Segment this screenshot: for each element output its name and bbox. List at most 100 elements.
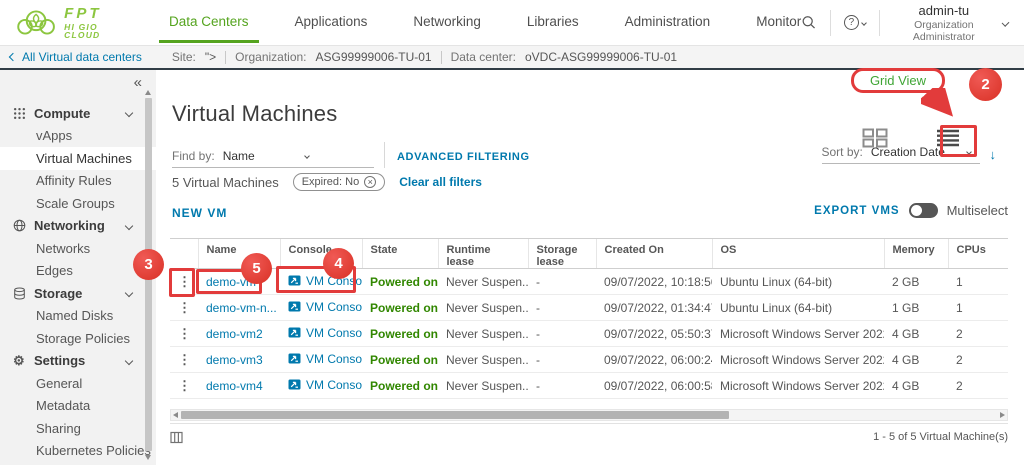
storage-lease: - [528,347,596,373]
sidebar-section-compute[interactable]: Compute [0,102,156,125]
nav-tab-monitor[interactable]: Monitor [756,0,801,46]
settings-gear-icon: ⚙ [13,354,26,367]
divider [441,51,442,64]
sidebar-item-named-disks[interactable]: Named Disks [0,305,156,328]
sidebar-item-virtual-machines[interactable]: Virtual Machines [0,147,156,170]
vm-name-link[interactable]: demo-vm2 [206,327,263,341]
multiselect-toggle[interactable] [909,203,938,218]
chevron-down-icon [125,356,133,364]
scrollbar-thumb[interactable] [145,98,152,451]
vm-name-link[interactable]: demo-vm-n... [206,301,277,315]
vm-name-link[interactable]: demo-vm4 [206,379,263,393]
sidebar-item-sharing[interactable]: Sharing [0,417,156,440]
column-header-memory[interactable]: Memory [884,239,948,269]
sidebar-section-storage[interactable]: Storage [0,282,156,305]
vm-table: NameConsoleStateRuntime leaseStorage lea… [170,238,1008,399]
clear-all-filters-link[interactable]: Clear all filters [399,175,482,189]
sort-by-label: Sort by: [822,145,863,159]
column-picker-icon[interactable] [170,431,183,444]
breadcrumb-back-link[interactable]: All Virtual data centers [10,50,142,64]
row-kebab-menu[interactable]: ⋮ [178,326,191,341]
nav-tab-networking[interactable]: Networking [413,0,481,46]
sidebar-item-metadata[interactable]: Metadata [0,395,156,418]
column-header-runtime-lease[interactable]: Runtime lease [438,239,528,269]
scrollbar-thumb[interactable] [181,411,729,419]
console-icon [288,301,301,312]
scroll-down-arrow-icon[interactable] [145,455,151,460]
vm-state: Powered on [370,379,438,393]
sidebar-item-affinity-rules[interactable]: Affinity Rules [0,170,156,193]
sidebar-collapse-button[interactable]: « [134,74,142,91]
column-header-storage-lease[interactable]: Storage lease [528,239,596,269]
nav-tab-applications[interactable]: Applications [295,0,368,46]
column-header-state[interactable]: State [362,239,438,269]
organization-label: Organization: [235,50,306,64]
sidebar-item-scale-groups[interactable]: Scale Groups [0,192,156,215]
main-content: Virtual Machines Find by: Name [156,70,1024,465]
search-icon[interactable] [801,13,817,32]
runtime-lease: Never Suspen... [446,301,528,315]
chip-remove-icon[interactable]: × [364,176,376,188]
column-header-cpus[interactable]: CPUs [948,239,1008,269]
vm-console-link[interactable]: VM Console [288,378,362,392]
vm-name-link[interactable]: demo-vm [206,275,256,289]
row-kebab-menu[interactable]: ⋮ [178,378,191,393]
column-header-created-on[interactable]: Created On [596,239,712,269]
sidebar-item-networks[interactable]: Networks [0,237,156,260]
page-title: Virtual Machines [172,101,337,127]
vm-os: Ubuntu Linux (64-bit) [712,295,884,321]
nav-tab-data-centers[interactable]: Data Centers [169,0,249,46]
vm-console-link[interactable]: VM Console [288,274,362,288]
vm-cpus: 2 [948,347,1008,373]
sort-by-value: Creation Date [871,145,945,159]
column-header-name[interactable]: Name [198,239,280,269]
table-row: ⋮ demo-vm4 VM Console Powered on Never S… [170,373,1008,399]
sidebar-item-general[interactable]: General [0,372,156,395]
find-by-input[interactable]: Find by: Name [172,147,374,168]
nav-tab-administration[interactable]: Administration [625,0,711,46]
vm-memory: 2 GB [884,269,948,295]
vm-console-link[interactable]: VM Console [288,326,362,340]
sidebar-item-vapps[interactable]: vApps [0,125,156,148]
column-header-actions [170,239,198,269]
horizontal-scrollbar[interactable] [170,409,1008,421]
storage-icon [13,287,26,300]
vm-console-link[interactable]: VM Console [288,352,362,366]
sidebar-item-edges[interactable]: Edges [0,260,156,283]
sort-direction-icon[interactable]: ↓ [990,147,997,164]
row-kebab-menu[interactable]: ⋮ [178,274,191,289]
scroll-up-arrow-icon[interactable] [145,90,151,95]
column-header-os[interactable]: OS [712,239,884,269]
column-header-console[interactable]: Console [280,239,362,269]
divider [225,51,226,64]
vm-memory: 4 GB [884,373,948,399]
scroll-left-arrow-icon[interactable] [173,412,178,418]
table-row: ⋮ demo-vm VM Console Powered on Never Su… [170,269,1008,295]
row-kebab-menu[interactable]: ⋮ [178,352,191,367]
runtime-lease: Never Suspen... [446,353,528,367]
export-vms-button[interactable]: EXPORT VMS [814,205,899,217]
nav-tab-libraries[interactable]: Libraries [527,0,579,46]
help-menu[interactable]: ? [844,15,866,30]
sidebar-section-settings[interactable]: ⚙ Settings [0,350,156,373]
fpt-logo: FPT HI GIO CLOUD [14,6,129,40]
console-icon [288,275,301,286]
vm-console-link[interactable]: VM Console [288,300,362,314]
chevron-down-icon [861,20,867,26]
scroll-right-arrow-icon[interactable] [1000,412,1005,418]
sidebar-item-kubernetes-policies[interactable]: Kubernetes Policies [0,440,156,463]
storage-lease: - [528,321,596,347]
sort-by-select[interactable]: Sort by: Creation Date [822,143,980,164]
logo-text-fpt: FPT [64,6,129,21]
advanced-filtering-link[interactable]: ADVANCED FILTERING [397,151,530,163]
sidebar-scrollbar[interactable] [144,88,153,463]
sidebar-item-storage-policies[interactable]: Storage Policies [0,327,156,350]
sidebar-section-networking[interactable]: Networking [0,215,156,238]
runtime-lease: Never Suspen... [446,275,528,289]
row-kebab-menu[interactable]: ⋮ [178,300,191,315]
vm-state: Powered on [370,327,438,341]
user-menu[interactable]: admin-tu Organization Administrator [893,3,1008,43]
new-vm-button[interactable]: NEW VM [172,206,227,220]
vm-name-link[interactable]: demo-vm3 [206,353,263,367]
created-on: 09/07/2022, 06:00:24 P... [596,347,712,373]
